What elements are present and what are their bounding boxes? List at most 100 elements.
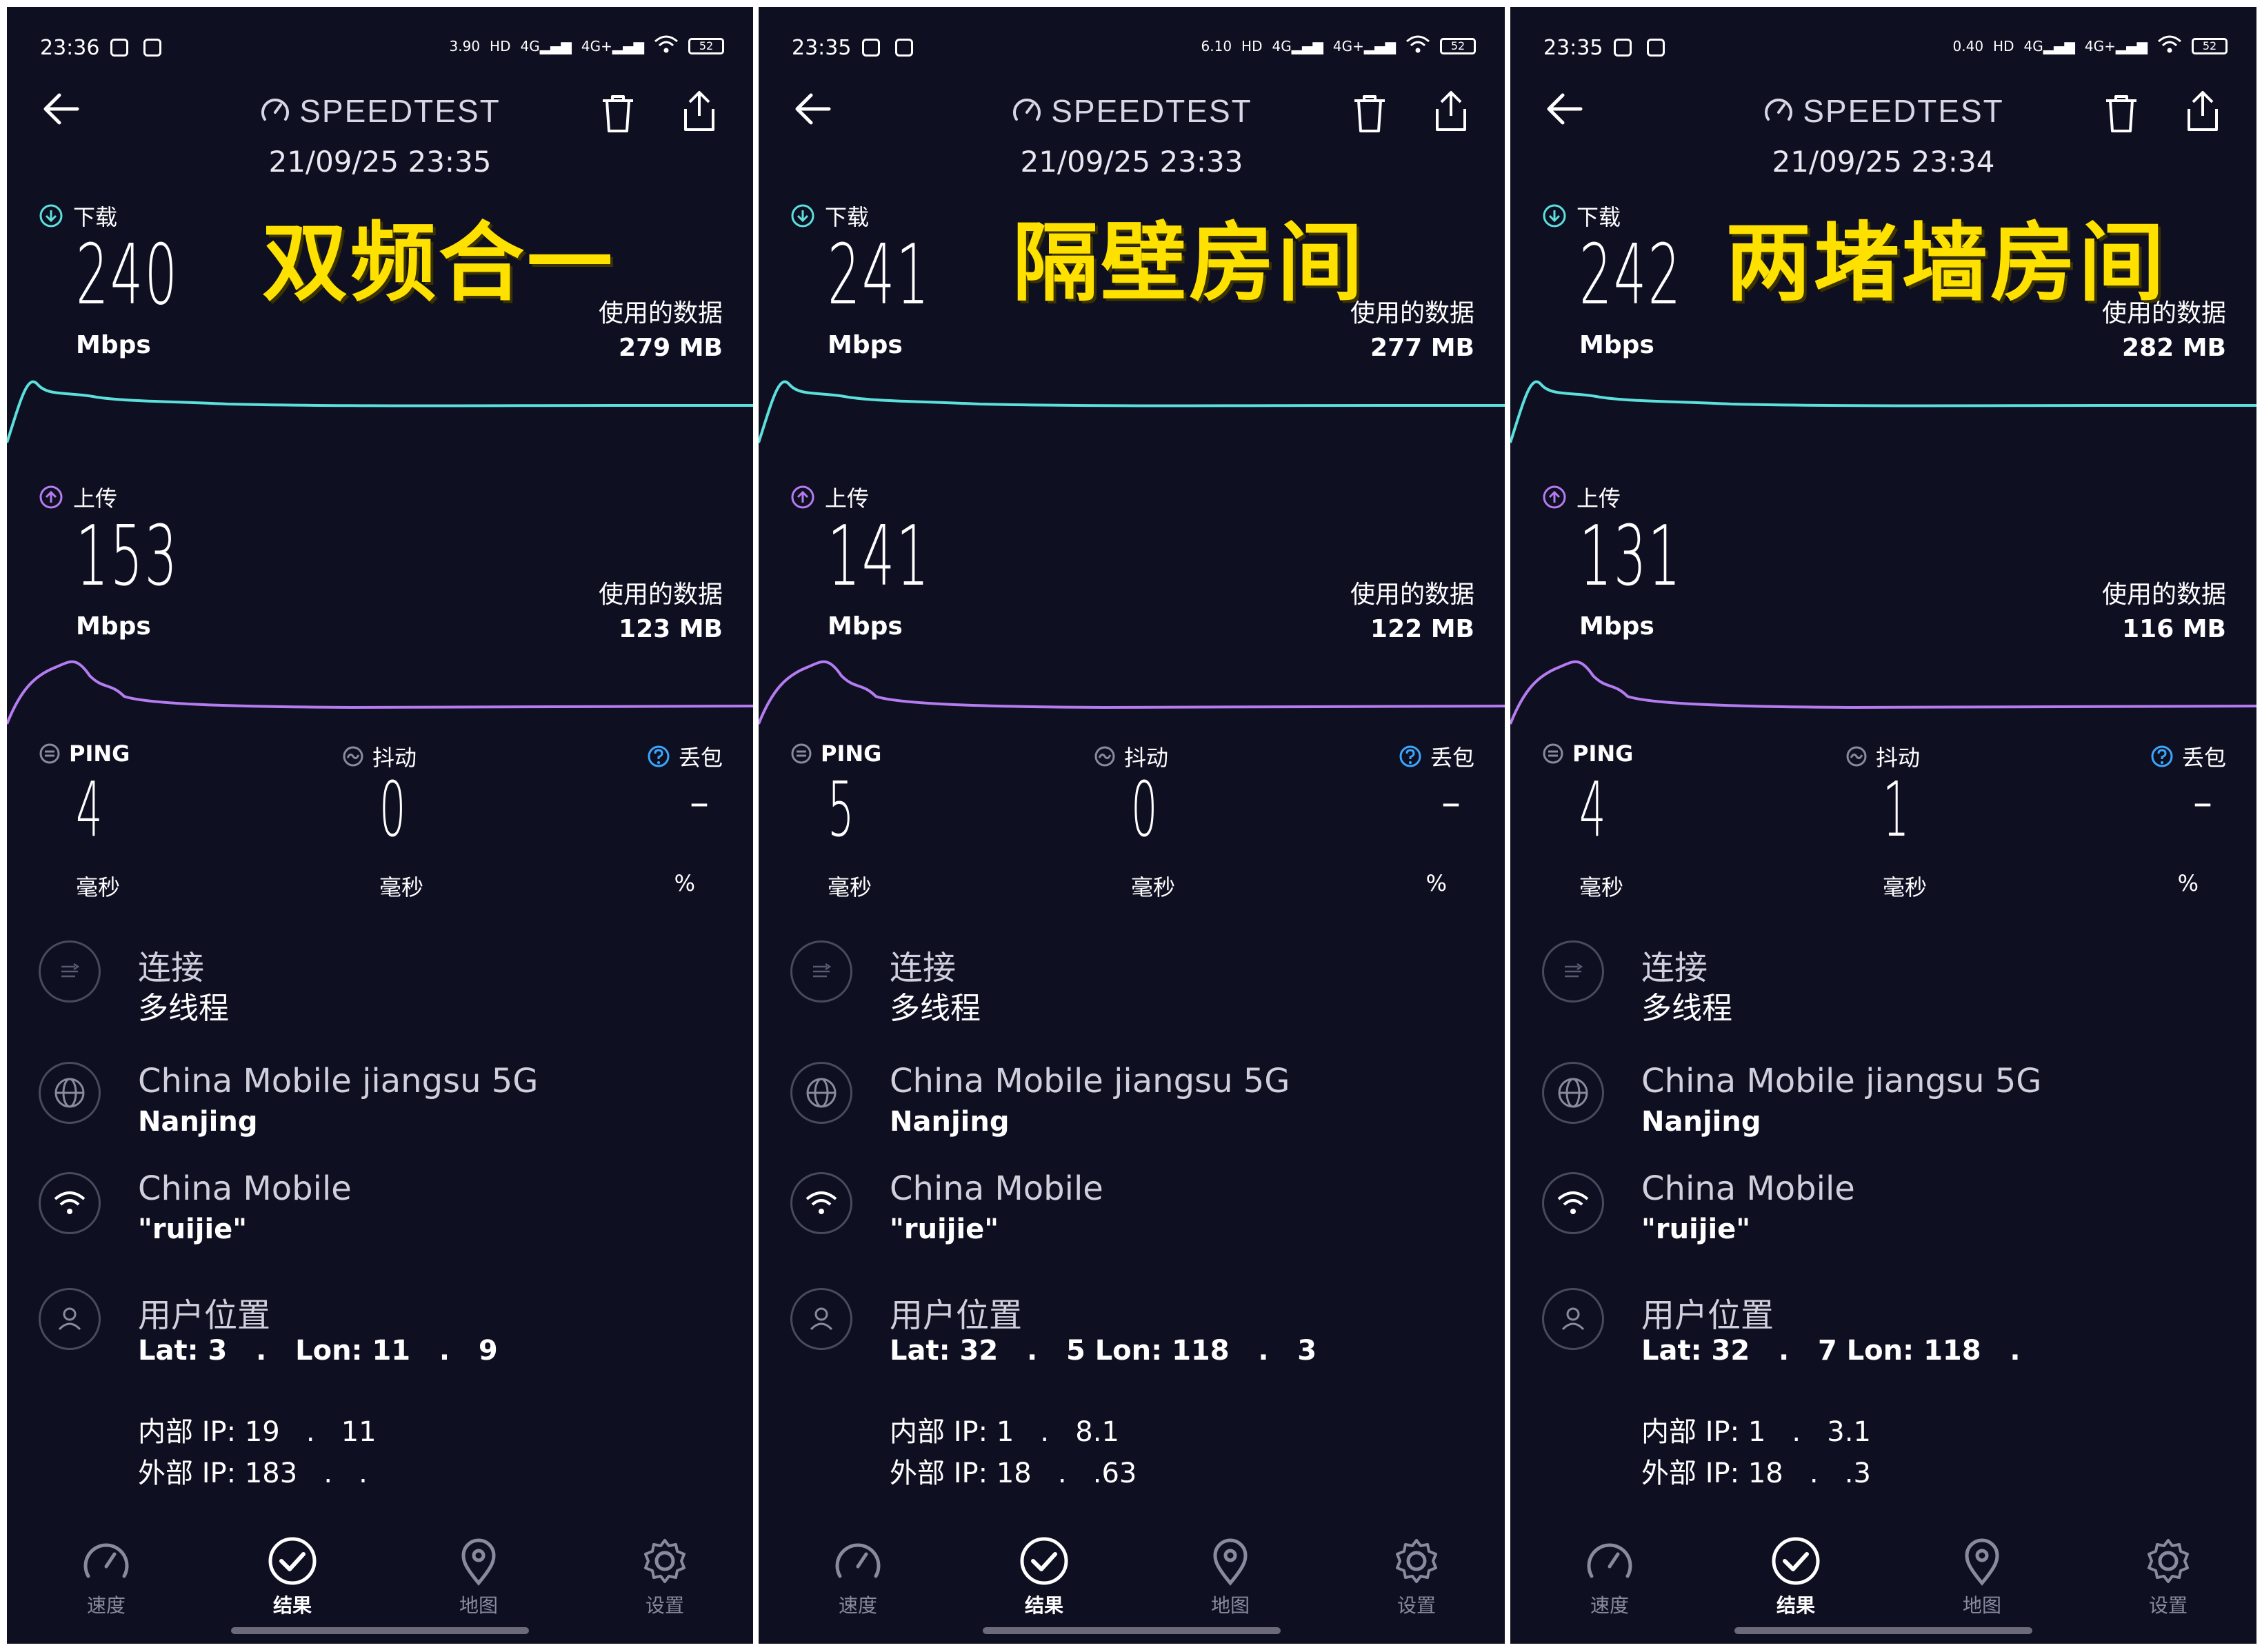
ping-label: PING: [1542, 741, 1633, 767]
nav-map[interactable]: 地图: [1927, 1536, 2037, 1618]
lat-lon: Lat: 32 . 7 Lon: 118 .: [1641, 1335, 2021, 1367]
server-name[interactable]: China Mobile jiangsu 5G: [138, 1062, 538, 1100]
trash-icon[interactable]: [2102, 92, 2141, 135]
gear-icon: [1396, 1539, 1437, 1583]
overlay-caption: 双频合一: [262, 214, 616, 313]
share-icon[interactable]: [679, 88, 720, 134]
jitter-icon: [1846, 746, 1867, 767]
server-name[interactable]: China Mobile jiangsu 5G: [1641, 1062, 2041, 1100]
notification-icon: [862, 39, 880, 57]
server-name[interactable]: China Mobile jiangsu 5G: [890, 1062, 1290, 1100]
nav-results[interactable]: 结果: [989, 1536, 1099, 1618]
lat-lon: Lat: 32 . 5 Lon: 118 . 3: [890, 1335, 1317, 1367]
notification-icon: [895, 39, 913, 57]
ping-value: 4: [76, 765, 103, 854]
upload-graph: [7, 660, 753, 725]
download-speed: 242: [1579, 228, 1683, 323]
location-title: 用户位置: [890, 1296, 1023, 1335]
help-icon[interactable]: [647, 745, 670, 768]
upload-speed: 141: [828, 509, 931, 605]
connection-icon: [790, 940, 852, 1003]
signal-4gplus-icon: 4G+▂▄▆: [2084, 37, 2148, 54]
home-indicator[interactable]: [983, 1627, 1281, 1634]
nav-results[interactable]: 结果: [1741, 1536, 1851, 1618]
status-right: 6.10 HD 4G▂▄▆ 4G+▂▄▆ 52: [1201, 34, 1476, 57]
provider-name: China Mobile: [1641, 1169, 1855, 1208]
packet-loss-label[interactable]: 丢包: [1399, 741, 1474, 772]
status-right: 0.40 HD 4G▂▄▆ 4G+▂▄▆ 52: [1953, 34, 2228, 57]
nav-results[interactable]: 结果: [237, 1536, 348, 1618]
connection-value: 多线程: [1641, 991, 1732, 1026]
ping-icon: [1543, 743, 1563, 764]
connection-icon: [39, 940, 101, 1003]
net-speed: 0.40: [1952, 37, 1984, 54]
internal-ip: 内部 IP: 19 . 11: [138, 1416, 377, 1448]
download-icon: [1543, 204, 1566, 228]
help-icon[interactable]: [2150, 745, 2174, 768]
notification-icon: [1647, 39, 1665, 57]
app-name: SPEEDTEST: [299, 93, 501, 129]
overlay-caption: 两堵墙房间: [1725, 214, 2168, 313]
signal-4g-icon: 4G▂▄▆: [2023, 37, 2075, 54]
download-icon: [791, 204, 814, 228]
home-indicator[interactable]: [231, 1627, 529, 1634]
external-ip: 外部 IP: 18 . .63: [890, 1458, 1137, 1489]
ping-unit: 毫秒: [76, 874, 121, 900]
check-circle-icon: [268, 1537, 317, 1585]
app-name: SPEEDTEST: [1051, 93, 1252, 129]
ping-unit: 毫秒: [1579, 874, 1624, 900]
jitter-icon: [1094, 746, 1115, 767]
packet-loss-unit: %: [1425, 870, 1447, 896]
download-data-used: 使用的数据 277 MB: [1350, 299, 1474, 362]
trash-icon[interactable]: [1350, 92, 1389, 135]
share-icon[interactable]: [1430, 88, 1472, 134]
download-unit: Mbps: [1579, 331, 1654, 359]
notification-icon: [1614, 39, 1632, 57]
packet-loss-value: –: [690, 780, 709, 825]
nav-settings[interactable]: 设置: [1361, 1536, 1472, 1618]
packet-loss-value: –: [1441, 780, 1461, 825]
nav-map[interactable]: 地图: [423, 1536, 534, 1618]
hd-icon: HD: [1993, 37, 2014, 54]
notification-icon: [143, 39, 161, 57]
status-right: 3.90 HD 4G▂▄▆ 4G+▂▄▆ 52: [450, 34, 724, 57]
jitter-icon: [343, 746, 363, 767]
lat-lon: Lat: 3 . Lon: 11 . 9: [138, 1335, 498, 1367]
check-circle-icon: [1020, 1537, 1068, 1585]
connection-title: 连接: [138, 949, 205, 987]
home-indicator[interactable]: [1734, 1627, 2032, 1634]
speedometer-icon: [83, 1543, 129, 1578]
wifi-name: "ruijie": [1641, 1213, 1751, 1245]
ping-value: 4: [1579, 765, 1606, 854]
wifi-circle-icon: [790, 1172, 852, 1234]
speedtest-result-screen: 23:35 0.40 HD 4G▂▄▆ 4G+▂▄▆ 52 SPEEDTEST …: [1510, 7, 2256, 1644]
packet-loss-label[interactable]: 丢包: [2150, 741, 2226, 772]
nav-speed[interactable]: 速度: [1554, 1536, 1665, 1618]
gear-icon: [644, 1539, 685, 1583]
hd-icon: HD: [490, 37, 511, 54]
download-icon: [39, 204, 63, 228]
share-icon[interactable]: [2182, 88, 2223, 134]
server-city: Nanjing: [138, 1106, 258, 1138]
jitter-value: 0: [1131, 765, 1158, 854]
packet-loss-label[interactable]: 丢包: [647, 741, 723, 772]
user-icon: [1542, 1288, 1604, 1350]
status-time: 23:36: [40, 36, 100, 60]
speedtest-logo-icon: [1013, 99, 1041, 121]
download-graph: [7, 380, 753, 443]
nav-map[interactable]: 地图: [1175, 1536, 1285, 1618]
nav-speed[interactable]: 速度: [803, 1536, 913, 1618]
globe-icon: [39, 1062, 101, 1124]
ping-icon: [39, 743, 60, 764]
packet-loss-unit: %: [674, 870, 695, 896]
ping-label: PING: [790, 741, 881, 767]
provider-name: China Mobile: [138, 1169, 352, 1208]
nav-settings[interactable]: 设置: [610, 1536, 720, 1618]
battery-icon: 52: [688, 37, 724, 54]
nav-speed[interactable]: 速度: [51, 1536, 161, 1618]
nav-settings[interactable]: 设置: [2113, 1536, 2223, 1618]
connection-value: 多线程: [890, 991, 981, 1026]
trash-icon[interactable]: [599, 92, 637, 135]
wifi-circle-icon: [39, 1172, 101, 1234]
help-icon[interactable]: [1399, 745, 1422, 768]
